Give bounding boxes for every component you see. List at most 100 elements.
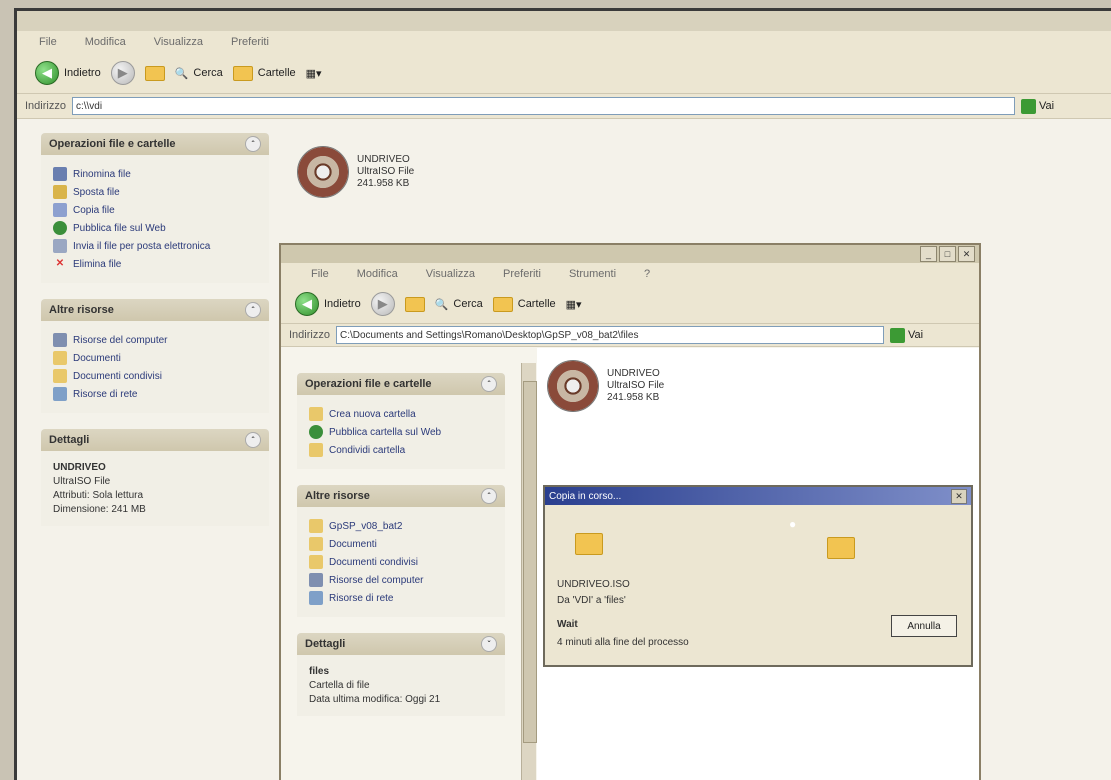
back-label: Indietro bbox=[324, 298, 361, 310]
collapse-icon[interactable]: ˆ bbox=[245, 432, 261, 448]
menu-edit[interactable]: Modifica bbox=[85, 36, 126, 48]
collapse-icon[interactable]: ˆ bbox=[481, 376, 497, 392]
inner-titlebar[interactable]: _ □ ✕ bbox=[281, 245, 979, 263]
collapse-icon[interactable]: ˆ bbox=[245, 302, 261, 318]
menu-help[interactable]: ? bbox=[644, 268, 650, 280]
close-icon[interactable]: ✕ bbox=[951, 488, 967, 504]
details-panel: Dettagli ˆ UNDRIVEO UltraISO File Attrib… bbox=[41, 429, 269, 526]
desktop-screen: File Modifica Visualizza Preferiti ◀ Ind… bbox=[14, 8, 1111, 780]
details-title: Dettagli bbox=[49, 434, 90, 446]
views-button[interactable]: ▦▾ bbox=[306, 67, 322, 80]
folders-button[interactable]: Cartelle bbox=[232, 65, 296, 81]
menu-file[interactable]: File bbox=[311, 268, 329, 280]
folders-button[interactable]: Cartelle bbox=[492, 296, 556, 312]
go-button[interactable]: Vai bbox=[889, 327, 923, 343]
menu-file[interactable]: File bbox=[39, 36, 57, 48]
file-size: 241.958 KB bbox=[607, 392, 660, 403]
back-button[interactable]: ◀ Indietro bbox=[295, 292, 361, 316]
place-label: Risorse di rete bbox=[73, 388, 138, 400]
outer-addressbar: Indirizzo c:\\vdi Vai bbox=[17, 94, 1111, 119]
details-header[interactable]: Dettagli ˆ bbox=[41, 429, 269, 451]
other-places-header[interactable]: Altre risorse ˆ bbox=[41, 299, 269, 321]
outer-menubar: File Modifica Visualizza Preferiti bbox=[17, 31, 1111, 53]
place-my-computer[interactable]: Risorse del computer bbox=[53, 333, 257, 347]
menu-edit[interactable]: Modifica bbox=[357, 268, 398, 280]
place-network[interactable]: Risorse di rete bbox=[309, 591, 493, 605]
iso-file-item[interactable]: UNDRIVEO UltraISO File 241.958 KB bbox=[297, 146, 414, 198]
folders-icon bbox=[232, 65, 253, 81]
rename-icon bbox=[53, 167, 67, 181]
place-label: Risorse di rete bbox=[329, 592, 394, 604]
search-button[interactable]: 🔍 Cerca bbox=[435, 298, 483, 311]
collapse-icon[interactable]: ˆ bbox=[481, 488, 497, 504]
collapse-icon[interactable]: ˆ bbox=[245, 136, 261, 152]
place-label: Risorse del computer bbox=[329, 574, 424, 586]
task-pane-scrollbar[interactable] bbox=[521, 363, 537, 780]
place-my-computer[interactable]: Risorse del computer bbox=[309, 573, 493, 587]
task-move[interactable]: Sposta file bbox=[53, 185, 257, 199]
menu-tools[interactable]: Strumenti bbox=[569, 268, 616, 280]
inner-toolbar: ◀ Indietro ▶ 🔍 Cerca Cartelle ▦▾ bbox=[281, 285, 979, 324]
file-ops-header[interactable]: Operazioni file e cartelle ˆ bbox=[41, 133, 269, 155]
up-folder-icon bbox=[404, 296, 425, 312]
menu-favorites[interactable]: Preferiti bbox=[503, 268, 541, 280]
maximize-icon[interactable]: □ bbox=[939, 246, 956, 262]
network-icon bbox=[309, 591, 323, 605]
forward-button[interactable]: ▶ bbox=[110, 61, 135, 85]
cd-image-icon bbox=[547, 360, 599, 412]
task-share-folder[interactable]: Condividi cartella bbox=[309, 443, 493, 457]
address-label: Indirizzo bbox=[25, 100, 66, 112]
outer-toolbar: ◀ Indietro ▶ 🔍 Cerca Cartelle ▦▾ bbox=[17, 53, 1111, 94]
inner-menubar: File Modifica Visualizza Preferiti Strum… bbox=[281, 263, 979, 285]
network-icon bbox=[53, 387, 67, 401]
task-label: Pubblica file sul Web bbox=[73, 222, 166, 234]
place-network[interactable]: Risorse di rete bbox=[53, 387, 257, 401]
place-shared-documents[interactable]: Documenti condivisi bbox=[53, 369, 257, 383]
folder-icon bbox=[309, 519, 323, 533]
details-name: files bbox=[309, 666, 330, 677]
task-new-folder[interactable]: Crea nuova cartella bbox=[309, 407, 493, 421]
up-folder-button[interactable] bbox=[404, 296, 425, 312]
scrollbar-thumb[interactable] bbox=[523, 381, 537, 743]
search-button[interactable]: 🔍 Cerca bbox=[175, 67, 223, 80]
collapse-icon[interactable]: ˇ bbox=[481, 636, 497, 652]
views-button[interactable]: ▦▾ bbox=[566, 298, 582, 311]
menu-view[interactable]: Visualizza bbox=[154, 36, 203, 48]
close-icon[interactable]: ✕ bbox=[958, 246, 975, 262]
computer-icon bbox=[309, 573, 323, 587]
details-header[interactable]: Dettagli ˇ bbox=[297, 633, 505, 655]
place-parent-folder[interactable]: GpSP_v08_bat2 bbox=[309, 519, 493, 533]
minimize-icon[interactable]: _ bbox=[920, 246, 937, 262]
menu-favorites[interactable]: Preferiti bbox=[231, 36, 269, 48]
place-label: Documenti bbox=[329, 538, 377, 550]
cancel-button[interactable]: Annulla bbox=[891, 615, 957, 637]
task-delete[interactable]: ✕ Elimina file bbox=[53, 257, 257, 271]
forward-button[interactable]: ▶ bbox=[370, 292, 395, 316]
file-ops-panel: Operazioni file e cartelle ˆ Rinomina fi… bbox=[41, 133, 269, 283]
file-ops-header[interactable]: Operazioni file e cartelle ˆ bbox=[297, 373, 505, 395]
menu-view[interactable]: Visualizza bbox=[426, 268, 475, 280]
place-shared-documents[interactable]: Documenti condivisi bbox=[309, 555, 493, 569]
back-button[interactable]: ◀ Indietro bbox=[35, 61, 101, 85]
address-input[interactable]: C:\Documents and Settings\Romano\Desktop… bbox=[335, 326, 884, 344]
task-rename[interactable]: Rinomina file bbox=[53, 167, 257, 181]
task-publish[interactable]: Pubblica file sul Web bbox=[53, 221, 257, 235]
task-publish-folder[interactable]: Pubblica cartella sul Web bbox=[309, 425, 493, 439]
share-folder-icon bbox=[309, 443, 323, 457]
move-icon bbox=[53, 185, 67, 199]
iso-file-item[interactable]: UNDRIVEO UltraISO File 241.958 KB bbox=[547, 360, 664, 412]
folders-label: Cartelle bbox=[257, 67, 296, 79]
go-button[interactable]: Vai bbox=[1020, 98, 1054, 114]
other-places-header[interactable]: Altre risorse ˆ bbox=[297, 485, 505, 507]
place-documents[interactable]: Documenti bbox=[309, 537, 493, 551]
task-copy[interactable]: Copia file bbox=[53, 203, 257, 217]
task-label: Rinomina file bbox=[73, 168, 131, 180]
file-name: UNDRIVEO bbox=[357, 154, 410, 165]
dialog-titlebar[interactable]: Copia in corso... ✕ bbox=[545, 487, 971, 505]
task-email[interactable]: Invia il file per posta elettronica bbox=[53, 239, 257, 253]
back-label: Indietro bbox=[64, 67, 101, 79]
up-folder-button[interactable] bbox=[144, 65, 165, 81]
place-documents[interactable]: Documenti bbox=[53, 351, 257, 365]
search-label: Cerca bbox=[193, 67, 223, 79]
address-input[interactable]: c:\\vdi bbox=[71, 97, 1015, 115]
